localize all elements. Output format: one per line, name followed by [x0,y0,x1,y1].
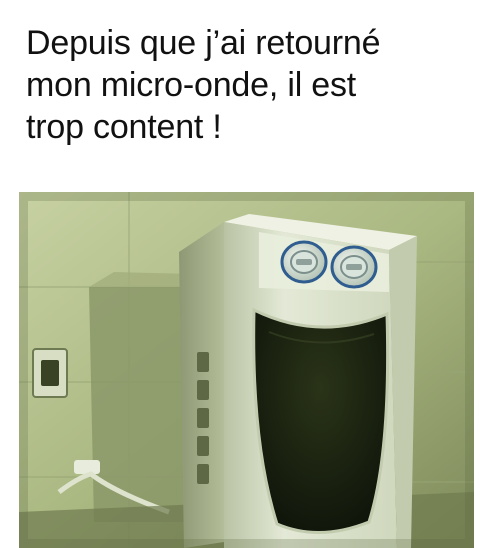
meme-photo [19,192,474,548]
caption-line-2: mon micro-onde, il est [26,66,357,104]
caption-line-1: Depuis que j’ai retourné [26,24,381,62]
caption-line-3: trop content ! [26,108,222,146]
meme-caption: Depuis que j’ai retourné mon micro-onde,… [26,22,486,148]
background-cabinet [89,287,189,522]
plug [74,460,100,474]
knob-eye-left [280,240,328,284]
knob-eye-right [330,245,378,289]
